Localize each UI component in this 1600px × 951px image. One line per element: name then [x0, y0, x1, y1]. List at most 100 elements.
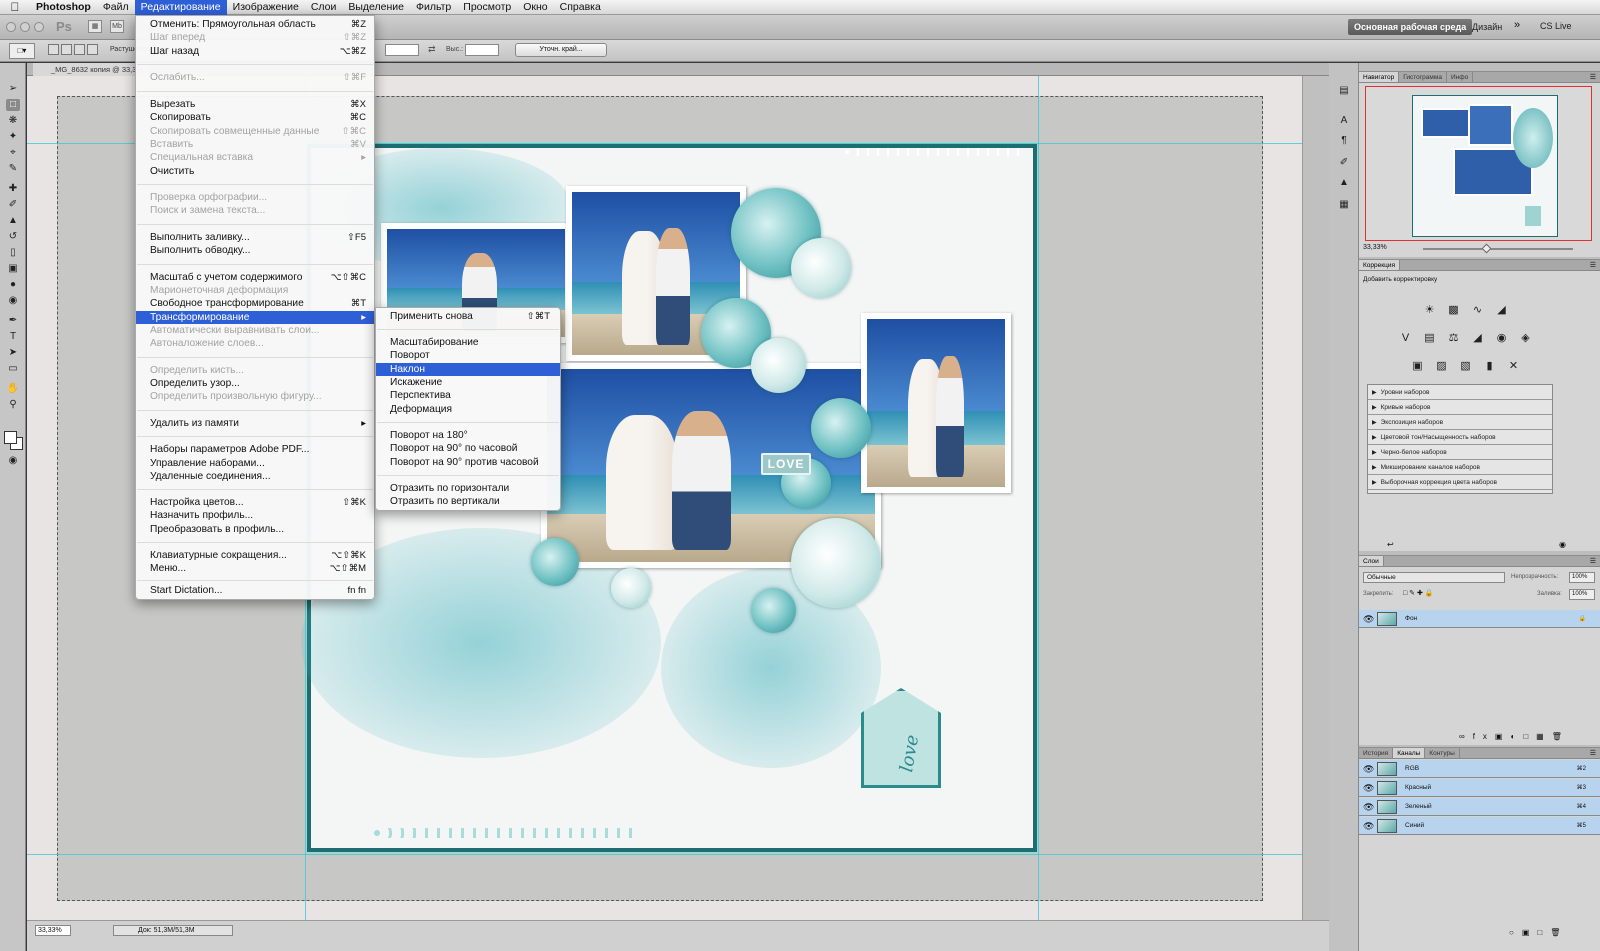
- type-tool-icon[interactable]: T: [6, 331, 20, 343]
- document-tab[interactable]: _MG_8632 копия @ 33,3%: [33, 63, 151, 76]
- preset-item[interactable]: ▶ Черно-белое наборов: [1368, 445, 1552, 460]
- minimize-window-button[interactable]: [20, 22, 30, 32]
- levels-icon[interactable]: ▩: [1447, 304, 1460, 317]
- height-field[interactable]: [465, 44, 499, 56]
- visibility-eye-icon[interactable]: 👁: [1363, 798, 1374, 816]
- width-field[interactable]: [385, 44, 419, 56]
- submenu-item-flip-vertical[interactable]: Отразить по вертикали: [376, 495, 560, 508]
- blur-tool-icon[interactable]: ●: [6, 279, 20, 291]
- gradient-tool-icon[interactable]: ▣: [6, 263, 20, 275]
- zoom-field[interactable]: 33,33%: [35, 925, 71, 936]
- menu-item-auto-blend[interactable]: Автоналожение слоев...: [136, 337, 374, 350]
- pen-tool-icon[interactable]: ✒: [6, 315, 20, 327]
- channel-actions-icons[interactable]: ○▣□🗑: [1509, 928, 1568, 937]
- exposure-icon[interactable]: ◢: [1495, 304, 1508, 317]
- posterize-icon[interactable]: ▨: [1435, 360, 1448, 373]
- menu-item-cut[interactable]: Вырезать ⌘X: [136, 98, 374, 111]
- menu-item-copy-merged[interactable]: Скопировать совмещенные данные ⇧⌘C: [136, 125, 374, 138]
- history-brush-icon[interactable]: ↺: [6, 231, 20, 243]
- clip-icon[interactable]: ◉: [1559, 540, 1566, 549]
- clone-stamp-icon[interactable]: ▲: [6, 215, 20, 227]
- swap-icon[interactable]: ⇄: [428, 44, 436, 55]
- cs-live-button[interactable]: CS Live: [1540, 21, 1572, 31]
- vertical-scrollbar[interactable]: [1302, 76, 1329, 920]
- preset-item[interactable]: ▶ Кривые наборов: [1368, 400, 1552, 415]
- menu-item-step-forward[interactable]: Шаг вперед ⇧⌘Z: [136, 31, 374, 44]
- menu-image[interactable]: Изображение: [227, 0, 305, 15]
- menu-item-menus[interactable]: Меню... ⌥⇧⌘M: [136, 562, 374, 575]
- menu-item-paste[interactable]: Вставить ⌘V: [136, 138, 374, 151]
- mini-bridge-icon[interactable]: Mb: [110, 20, 124, 33]
- submenu-item-rotate-90-ccw[interactable]: Поворот на 90° против часовой: [376, 456, 560, 469]
- quick-mask-icon[interactable]: ◉: [6, 455, 20, 467]
- menu-item-remote-connections[interactable]: Удаленные соединения...: [136, 470, 374, 483]
- submenu-item-skew[interactable]: Наклон: [376, 362, 560, 376]
- clone-source-icon[interactable]: ▲: [1337, 177, 1351, 189]
- menu-item-find-replace[interactable]: Поиск и замена текста...: [136, 204, 374, 217]
- intersect-selection-icon[interactable]: [87, 44, 98, 55]
- workspace-design[interactable]: Дизайн: [1472, 22, 1502, 32]
- menu-help[interactable]: Справка: [554, 0, 607, 15]
- shape-tool-icon[interactable]: ▭: [6, 363, 20, 375]
- menu-item-start-dictation[interactable]: Start Dictation... fn fn: [136, 584, 374, 597]
- navigator-zoom-knob[interactable]: [1481, 243, 1492, 254]
- black-white-icon[interactable]: ◢: [1471, 332, 1484, 345]
- tab-history[interactable]: История: [1359, 748, 1394, 758]
- opacity-field[interactable]: 100%: [1569, 572, 1595, 583]
- navigator-preview[interactable]: [1365, 86, 1592, 241]
- tool-preset-picker[interactable]: □▾: [9, 43, 35, 59]
- menu-edit[interactable]: Редактирование: [134, 0, 227, 15]
- move-tool-icon[interactable]: ➢: [6, 83, 20, 95]
- menu-item-define-shape[interactable]: Определить произвольную фигуру...: [136, 390, 374, 403]
- menu-item-define-pattern[interactable]: Определить узор...: [136, 377, 374, 390]
- submenu-item-perspective[interactable]: Перспектива: [376, 389, 560, 402]
- menu-select[interactable]: Выделение: [342, 0, 410, 15]
- zoom-window-button[interactable]: [34, 22, 44, 32]
- menu-item-purge[interactable]: Удалить из памяти ▸: [136, 417, 374, 430]
- visibility-eye-icon[interactable]: 👁: [1363, 760, 1374, 778]
- menu-item-convert-profile[interactable]: Преобразовать в профиль...: [136, 523, 374, 536]
- menu-item-paste-special[interactable]: Специальная вставка ▸: [136, 151, 374, 164]
- paragraph-panel-icon[interactable]: ¶: [1337, 135, 1351, 147]
- selective-color-icon[interactable]: ✕: [1507, 360, 1520, 373]
- menu-item-auto-align[interactable]: Автоматически выравнивать слои...: [136, 324, 374, 337]
- menu-item-copy[interactable]: Скопировать ⌘C: [136, 111, 374, 124]
- guide-vertical[interactable]: [1038, 76, 1039, 920]
- submenu-item-again[interactable]: Применить снова ⇧⌘T: [376, 310, 560, 323]
- brightness-icon[interactable]: ☀: [1423, 304, 1436, 317]
- channel-mixer-icon[interactable]: ◈: [1519, 332, 1532, 345]
- menu-window[interactable]: Окно: [517, 0, 553, 15]
- photo-filter-icon[interactable]: ◉: [1495, 332, 1508, 345]
- character-panel-icon[interactable]: A: [1337, 115, 1351, 127]
- healing-brush-icon[interactable]: ✚: [6, 183, 20, 195]
- preset-item[interactable]: ▶ Уровни наборов: [1368, 385, 1552, 400]
- zoom-tool-icon[interactable]: ⚲: [6, 399, 20, 411]
- tab-histogram[interactable]: Гистограмма: [1399, 72, 1447, 82]
- subtract-selection-icon[interactable]: [74, 44, 85, 55]
- visibility-eye-icon[interactable]: 👁: [1363, 779, 1374, 797]
- submenu-item-rotate[interactable]: Поворот: [376, 349, 560, 362]
- menu-item-preset-manager[interactable]: Управление наборами...: [136, 457, 374, 470]
- add-selection-icon[interactable]: [61, 44, 72, 55]
- curves-icon[interactable]: ∿: [1471, 304, 1484, 317]
- foreground-color-swatch[interactable]: [4, 431, 17, 444]
- tab-navigator[interactable]: Навигатор: [1359, 72, 1400, 82]
- menu-layers[interactable]: Слои: [305, 0, 343, 15]
- menu-item-fade[interactable]: Ослабить... ⇧⌘F: [136, 71, 374, 84]
- channel-row[interactable]: 👁 Синий ⌘5: [1359, 817, 1600, 835]
- menu-item-transform[interactable]: Трансформирование ▸: [136, 310, 374, 324]
- menu-item-pdf-presets[interactable]: Наборы параметров Adobe PDF...: [136, 443, 374, 456]
- menu-item-keyboard-shortcuts[interactable]: Клавиатурные сокращения... ⌥⇧⌘K: [136, 549, 374, 562]
- tool-presets-icon[interactable]: ▦: [1337, 199, 1351, 211]
- menu-item-color-settings[interactable]: Настройка цветов... ⇧⌘K: [136, 496, 374, 509]
- menu-item-undo[interactable]: Отменить: Прямоугольная область ⌘Z: [136, 18, 374, 31]
- menu-item-stroke[interactable]: Выполнить обводку...: [136, 244, 374, 257]
- navigator-zoom-slider[interactable]: [1423, 248, 1573, 250]
- layer-row[interactable]: 👁 Фон 🔒: [1359, 610, 1600, 628]
- preset-item[interactable]: ▶ Цветовой тон/Насыщенность наборов: [1368, 430, 1552, 445]
- guide-horizontal[interactable]: [27, 854, 1302, 855]
- panel-menu-icon[interactable]: ☰: [1590, 748, 1600, 758]
- panel-menu-icon[interactable]: ☰: [1590, 72, 1600, 82]
- panel-menu-icon[interactable]: ☰: [1590, 556, 1600, 566]
- menu-item-spell-check[interactable]: Проверка орфографии...: [136, 191, 374, 204]
